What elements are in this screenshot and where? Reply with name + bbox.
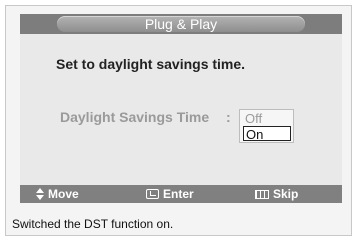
skip-label: Skip xyxy=(273,187,299,201)
title-bar: Plug & Play xyxy=(20,14,342,34)
skip-icon xyxy=(255,190,269,199)
caption-text: Switched the DST function on. xyxy=(12,217,174,231)
instruction-heading: Set to daylight savings time. xyxy=(56,56,246,72)
enter-label: Enter xyxy=(163,187,194,201)
title-pill: Plug & Play xyxy=(57,16,305,32)
dst-option-list[interactable]: Off On xyxy=(239,109,294,143)
screenshot-frame: Plug & Play Set to daylight savings time… xyxy=(5,5,352,236)
option-on-selected[interactable]: On xyxy=(243,126,291,142)
setting-separator: : xyxy=(226,109,231,125)
help-bar: Move Enter Skip xyxy=(20,185,342,203)
up-down-arrow-icon xyxy=(36,188,44,200)
enter-hint: Enter xyxy=(146,185,194,203)
move-hint: Move xyxy=(36,185,79,203)
skip-hint: Skip xyxy=(255,185,298,203)
menu-title: Plug & Play xyxy=(144,16,218,32)
tv-menu-screen: Plug & Play Set to daylight savings time… xyxy=(20,14,342,203)
dst-setting-label: Daylight Savings Time xyxy=(60,109,210,125)
move-label: Move xyxy=(48,187,79,201)
enter-icon xyxy=(146,189,159,199)
option-off[interactable]: Off xyxy=(243,111,291,126)
